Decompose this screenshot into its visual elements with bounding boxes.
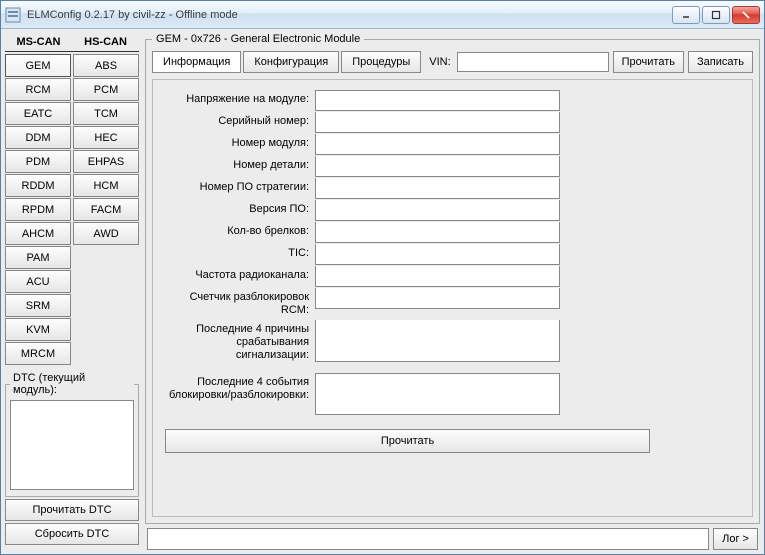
value-rcmcnt: [315, 288, 560, 309]
log-button[interactable]: Лог >: [713, 528, 758, 550]
module-btn-pdm[interactable]: PDM: [5, 150, 71, 173]
window-controls: [672, 6, 760, 24]
label-partnum: Номер детали:: [165, 156, 315, 175]
mscan-header: MS-CAN: [5, 33, 72, 51]
module-btn-gem[interactable]: GEM: [5, 54, 71, 77]
label-voltage: Напряжение на модуле:: [165, 90, 315, 109]
label-stratnum: Номер ПО стратегии:: [165, 178, 315, 197]
module-btn-rpdm[interactable]: RPDM: [5, 198, 71, 221]
dtc-group: DTC (текущий модуль):: [5, 372, 139, 497]
module-btn-srm[interactable]: SRM: [5, 294, 71, 317]
hscan-header: HS-CAN: [72, 33, 139, 51]
label-swver: Версия ПО:: [165, 200, 315, 219]
module-btn-mrcm[interactable]: MRCM: [5, 342, 71, 365]
module-btn-tcm[interactable]: TCM: [73, 102, 139, 125]
label-modnum: Номер модуля:: [165, 134, 315, 153]
label-lock4: Последние 4 события блокировки/разблокир…: [165, 373, 315, 405]
value-serial: [315, 112, 560, 133]
module-btn-rcm[interactable]: RCM: [5, 78, 71, 101]
info-panel: Напряжение на модуле: Серийный номер: Но…: [152, 79, 753, 517]
value-fobs: [315, 222, 560, 243]
module-btn-hcm[interactable]: HCM: [73, 174, 139, 197]
module-btn-awd[interactable]: AWD: [73, 222, 139, 245]
app-window: ELMConfig 0.2.17 by civil-zz - Offline m…: [0, 0, 765, 555]
reset-dtc-button[interactable]: Сбросить DTC: [5, 523, 139, 545]
value-partnum: [315, 156, 560, 177]
value-radiofreq: [315, 266, 560, 287]
status-bar: Лог >: [145, 528, 760, 550]
module-btn-facm[interactable]: FACM: [73, 198, 139, 221]
titlebar[interactable]: ELMConfig 0.2.17 by civil-zz - Offline m…: [1, 1, 764, 29]
read-dtc-button[interactable]: Прочитать DTC: [5, 499, 139, 521]
client-area: MS-CAN HS-CAN GEM RCM EATC DDM PDM RDDM …: [1, 29, 764, 554]
mscan-col: GEM RCM EATC DDM PDM RDDM RPDM AHCM PAM …: [5, 54, 71, 366]
module-btn-ahcm[interactable]: AHCM: [5, 222, 71, 245]
label-rcmcnt: Счетчик разблокировок RCM:: [165, 288, 315, 320]
module-btn-ddm[interactable]: DDM: [5, 126, 71, 149]
module-btn-abs[interactable]: ABS: [73, 54, 139, 77]
tab-proc[interactable]: Процедуры: [341, 51, 421, 73]
module-btn-eatc[interactable]: EATC: [5, 102, 71, 125]
module-legend: GEM - 0x726 - General Electronic Module: [152, 33, 364, 45]
label-radiofreq: Частота радиоканала:: [165, 266, 315, 285]
label-serial: Серийный номер:: [165, 112, 315, 131]
value-alarm4: [315, 320, 560, 362]
app-icon: [5, 7, 21, 23]
close-button[interactable]: [732, 6, 760, 24]
hscan-col: ABS PCM TCM HEC EHPAS HCM FACM AWD: [73, 54, 139, 366]
content-area: GEM - 0x726 - General Electronic Module …: [145, 33, 760, 550]
module-topbar: Информация Конфигурация Процедуры VIN: П…: [152, 51, 753, 73]
minimize-button[interactable]: [672, 6, 700, 24]
value-tic: [315, 244, 560, 265]
module-btn-pam[interactable]: PAM: [5, 246, 71, 269]
tab-config[interactable]: Конфигурация: [243, 51, 339, 73]
module-btn-ehpas[interactable]: EHPAS: [73, 150, 139, 173]
label-fobs: Кол-во брелков:: [165, 222, 315, 241]
write-button[interactable]: Записать: [688, 51, 753, 73]
value-modnum: [315, 134, 560, 155]
label-tic: TIC:: [165, 244, 315, 263]
module-btn-hec[interactable]: HEC: [73, 126, 139, 149]
sidebar: MS-CAN HS-CAN GEM RCM EATC DDM PDM RDDM …: [5, 33, 139, 550]
value-swver: [315, 200, 560, 221]
window-title: ELMConfig 0.2.17 by civil-zz - Offline m…: [27, 9, 672, 21]
vin-label: VIN:: [429, 56, 450, 68]
vin-input[interactable]: [457, 52, 609, 72]
module-btn-kvm[interactable]: KVM: [5, 318, 71, 341]
status-field: [147, 528, 709, 550]
dtc-list[interactable]: [10, 400, 134, 490]
value-lock4: [315, 373, 560, 415]
module-btn-pcm[interactable]: PCM: [73, 78, 139, 101]
read-button[interactable]: Прочитать: [613, 51, 684, 73]
value-voltage: [315, 90, 560, 111]
value-stratnum: [315, 178, 560, 199]
module-btn-rddm[interactable]: RDDM: [5, 174, 71, 197]
dtc-legend: DTC (текущий модуль):: [10, 372, 134, 396]
tab-info[interactable]: Информация: [152, 51, 241, 73]
read-info-button[interactable]: Прочитать: [165, 429, 650, 453]
module-fieldset: GEM - 0x726 - General Electronic Module …: [145, 33, 760, 524]
maximize-button[interactable]: [702, 6, 730, 24]
module-btn-acu[interactable]: ACU: [5, 270, 71, 293]
label-alarm4: Последние 4 причины срабатывания сигнали…: [165, 320, 315, 365]
